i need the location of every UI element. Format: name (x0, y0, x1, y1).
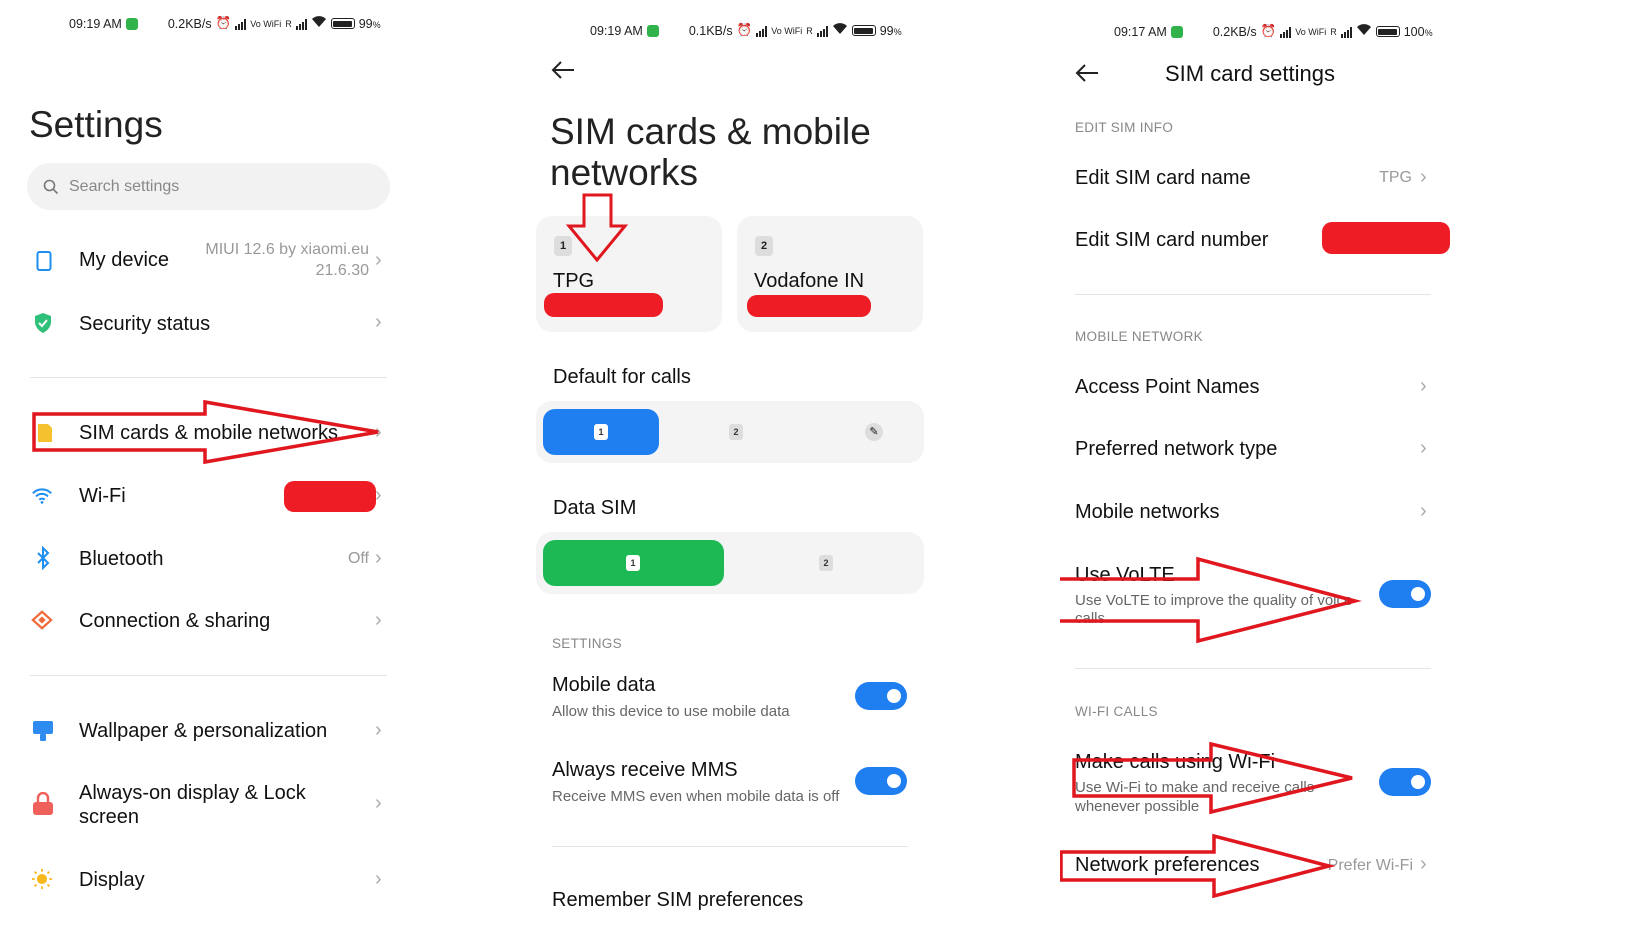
mobile-data-toggle[interactable] (855, 682, 907, 710)
remember-sim-preferences[interactable]: Remember SIM preferences (552, 889, 803, 912)
data-sim-option-2[interactable]: 2 (736, 540, 917, 586)
data-sim-selector: 1 2 (536, 532, 924, 594)
default-calls-option-1[interactable]: 1 (543, 409, 659, 455)
mobile-data-subtitle: Allow this device to use mobile data (552, 703, 790, 720)
default-calls-ask-option[interactable]: ✎ (813, 409, 929, 455)
annotation-arrow-right (32, 399, 379, 465)
mms-subtitle: Receive MMS even when mobile data is off (552, 788, 840, 805)
section-header-settings: SETTINGS (552, 636, 622, 651)
annotation-arrows (1060, 556, 1362, 899)
sim-2-chip: 2 (819, 555, 833, 571)
sim-2-chip: 2 (729, 424, 743, 440)
mms-row[interactable]: Always receive MMS Receive MMS even when… (520, 755, 940, 815)
sim-1-chip: 1 (594, 424, 608, 440)
settings-panel: 09:19 AM 0.2KB/s ⏰ Vo WiFi R 99% Setting… (0, 0, 520, 943)
mms-toggle[interactable] (855, 767, 907, 795)
annotation-arrow-network-preferences (1060, 833, 1336, 899)
data-sim-label: Data SIM (553, 497, 637, 519)
default-calls-selector: 1 2 ✎ (536, 401, 924, 463)
sim-1-chip: 1 (626, 555, 640, 571)
mobile-data-row[interactable]: Mobile data Allow this device to use mob… (520, 670, 940, 730)
edit-pencil-icon: ✎ (865, 423, 883, 441)
sim-networks-panel: 09:19 AM 0.1KB/s ⏰ Vo WiFi R 99% SIM car… (520, 0, 1060, 943)
default-calls-option-2[interactable]: 2 (678, 409, 794, 455)
mobile-data-title: Mobile data (552, 674, 656, 696)
divider (552, 846, 908, 847)
data-sim-option-1[interactable]: 1 (543, 540, 724, 586)
annotation-arrow-wifi-calls (1072, 741, 1353, 815)
annotation-arrow-volte (1060, 556, 1362, 644)
mms-title: Always receive MMS (552, 759, 738, 781)
default-calls-label: Default for calls (553, 366, 691, 388)
sim-card-settings-panel: 09:17 AM 0.2KB/s ⏰ Vo WiFi R 100% SIM ca… (1060, 0, 1635, 943)
